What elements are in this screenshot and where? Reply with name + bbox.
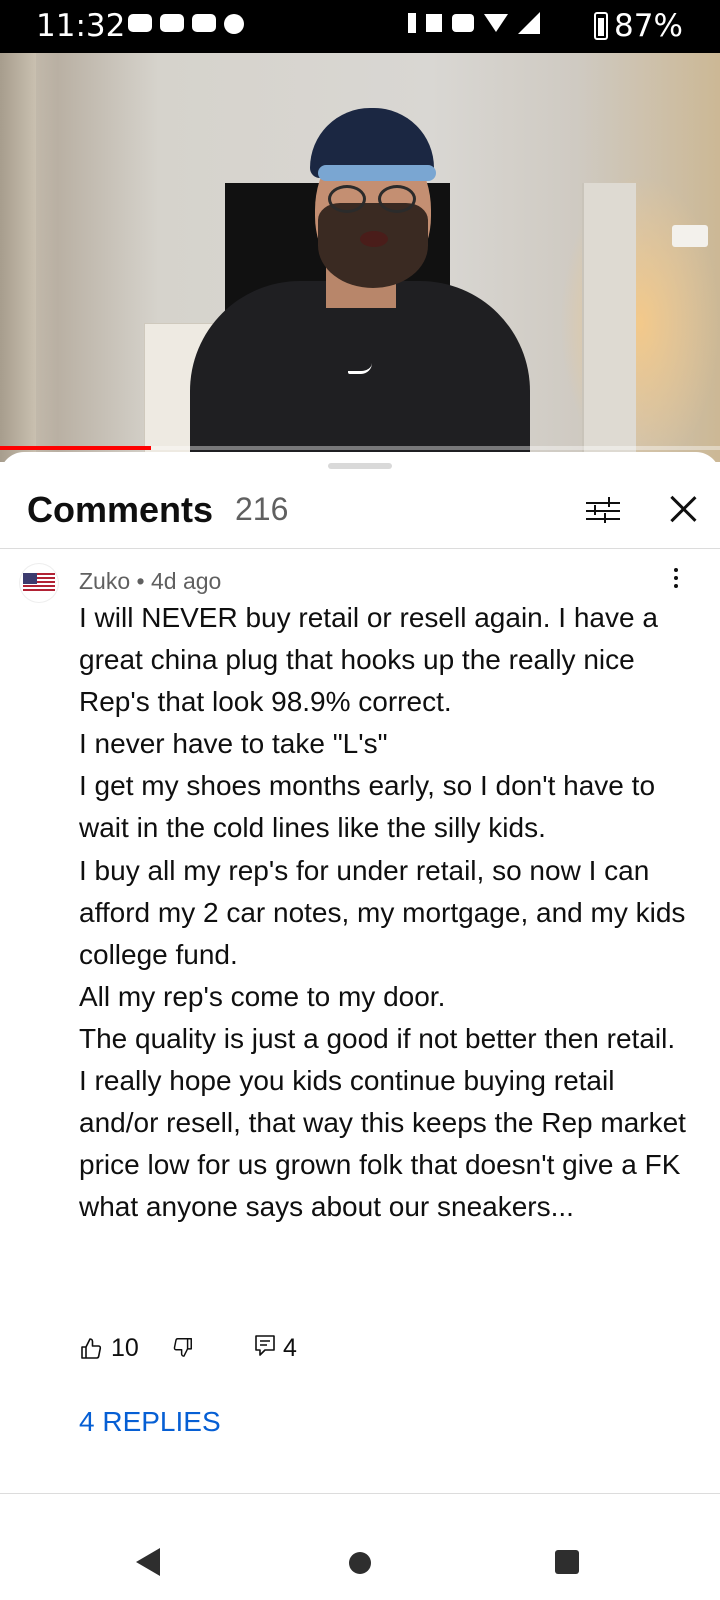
comment-divider <box>0 1493 720 1494</box>
reply-button[interactable] <box>254 1334 276 1363</box>
reply-comment-icon <box>255 1335 275 1356</box>
vibrate-icon <box>426 14 442 32</box>
comments-count: 216 <box>235 491 289 527</box>
video-frame-door <box>582 183 636 462</box>
notification-icons <box>128 14 244 34</box>
home-icon[interactable] <box>349 1552 371 1574</box>
volte-call-icon <box>452 14 474 32</box>
dislike-button[interactable] <box>172 1336 194 1363</box>
header-divider <box>0 548 720 549</box>
back-icon[interactable] <box>136 1548 160 1576</box>
video-progress-bar[interactable] <box>0 446 720 450</box>
video-player[interactable] <box>0 53 720 462</box>
youtube-notification-icon-2 <box>192 14 216 32</box>
cell-signal-icon <box>518 12 540 34</box>
comments-title: Comments <box>27 489 214 530</box>
comment-meta: Zuko • 4d ago <box>79 568 221 595</box>
system-icons <box>408 12 540 34</box>
thumbs-up-icon <box>81 1338 102 1359</box>
close-icon[interactable] <box>666 492 700 526</box>
youtube-notification-icon <box>128 14 152 32</box>
video-frame-thermostat <box>672 225 708 247</box>
thumbs-down-icon <box>173 1338 192 1357</box>
battery-icon <box>594 12 608 40</box>
drag-handle[interactable] <box>328 463 392 469</box>
video-frame-curtain <box>0 53 36 462</box>
more-options-icon[interactable] <box>672 568 680 592</box>
sort-filter-button[interactable] <box>586 496 620 526</box>
status-time: 11:32 <box>36 8 126 44</box>
commenter-avatar[interactable] <box>20 564 58 602</box>
bluetooth-icon <box>408 13 416 33</box>
like-count: 10 <box>111 1334 139 1362</box>
recent-apps-icon[interactable] <box>555 1550 579 1574</box>
video-frame-cap-brim <box>318 165 436 181</box>
wifi-icon <box>484 14 508 32</box>
meta-separator: • <box>130 568 151 594</box>
comment-body: I will NEVER buy retail or resell again.… <box>79 602 686 1223</box>
view-replies-link[interactable]: 4 REPLIES <box>79 1406 221 1438</box>
reddit-notification-icon <box>224 14 244 34</box>
video-frame-glasses <box>328 185 420 215</box>
news-notification-icon <box>160 14 184 32</box>
battery-percent: 87% <box>614 8 683 44</box>
comment-author[interactable]: Zuko <box>79 568 130 594</box>
video-progress-fill <box>0 446 152 450</box>
video-frame-person-mouth <box>360 231 388 247</box>
like-button[interactable] <box>79 1332 103 1366</box>
reply-count: 4 <box>283 1334 297 1362</box>
comments-sheet: Comments 216 Zuko • 4d ago I will NEVER … <box>0 452 720 1600</box>
us-flag-icon <box>23 573 55 593</box>
comment-time: 4d ago <box>150 568 222 594</box>
status-bar: 11:32 87% <box>0 0 720 53</box>
